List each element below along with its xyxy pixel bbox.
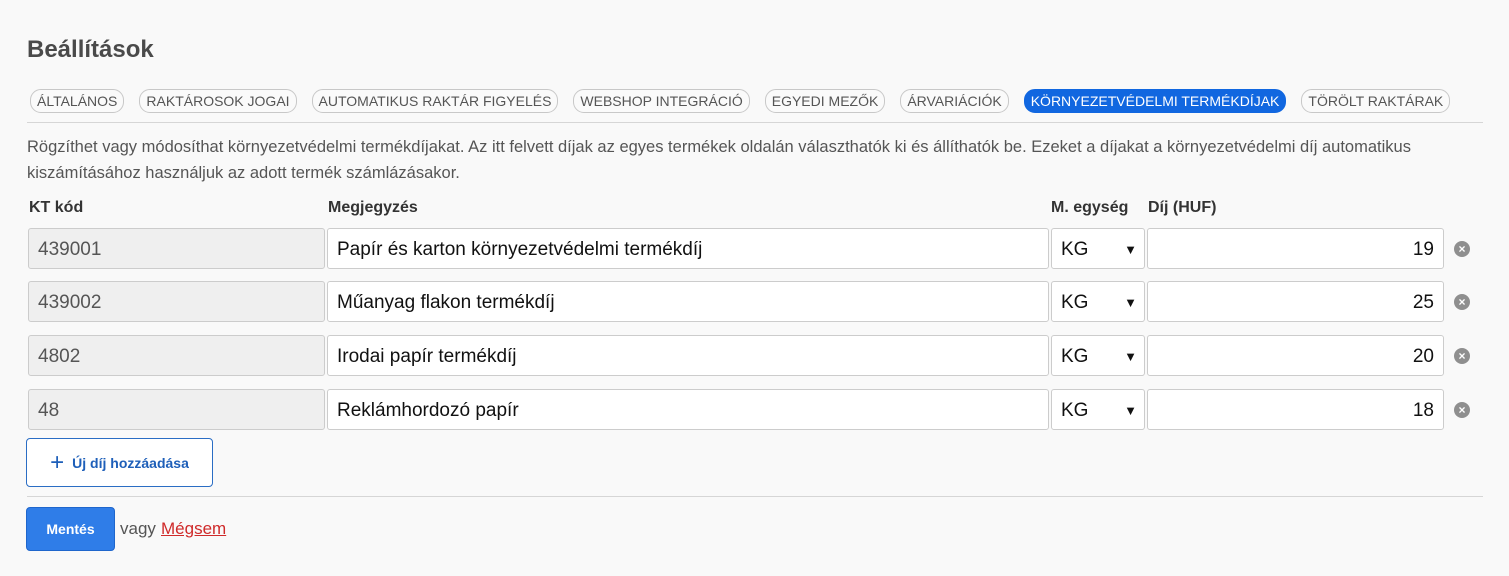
tab-kornyezetvedelmi-termekdijak[interactable]: KÖRNYEZETVÉDELMI TERMÉKDÍJAK xyxy=(1023,89,1287,113)
unit-value: KG xyxy=(1061,346,1089,367)
tab-raktarosok-jogai[interactable]: RAKTÁROSOK JOGAI xyxy=(139,89,297,113)
fee-row: 4802 Irodai papír termékdíj KG ▼ 20 × xyxy=(28,335,1478,378)
column-header-fee: Díj (HUF) xyxy=(1148,199,1217,216)
remove-circle-icon[interactable]: × xyxy=(1454,241,1470,257)
fee-field[interactable]: 18 xyxy=(1147,389,1444,430)
tab-torolt-raktarak[interactable]: TÖRÖLT RAKTÁRAK xyxy=(1301,89,1451,113)
column-header-unit: M. egység xyxy=(1051,199,1129,216)
tab-automatikus-raktar-figyeles[interactable]: AUTOMATIKUS RAKTÁR FIGYELÉS xyxy=(311,89,559,113)
unit-value: KG xyxy=(1061,239,1089,260)
note-field[interactable]: Irodai papír termékdíj xyxy=(327,335,1049,376)
tab-altalanos[interactable]: ÁLTALÁNOS xyxy=(30,89,125,113)
unit-select[interactable]: KG ▼ xyxy=(1051,228,1145,269)
remove-circle-icon[interactable]: × xyxy=(1454,294,1470,310)
column-header-code: KT kód xyxy=(29,199,84,216)
save-button[interactable]: Mentés xyxy=(26,507,115,551)
description-text: Rögzíthet vagy módosíthat környezetvédel… xyxy=(27,138,1411,182)
fee-row: 48 Reklámhordozó papír KG ▼ 18 × xyxy=(28,389,1478,432)
chevron-down-icon: ▼ xyxy=(1124,295,1137,310)
code-field: 4802 xyxy=(28,335,325,376)
add-fee-button[interactable]: + Új díj hozzáadása xyxy=(26,438,213,487)
tabs-divider xyxy=(27,122,1483,123)
add-fee-label: Új díj hozzáadása xyxy=(72,454,189,471)
note-field[interactable]: Papír és karton környezetvédelmi termékd… xyxy=(327,228,1049,269)
unit-select[interactable]: KG ▼ xyxy=(1051,281,1145,322)
tab-arvariaciok[interactable]: ÁRVARIÁCIÓK xyxy=(900,89,1009,113)
chevron-down-icon: ▼ xyxy=(1124,349,1137,364)
fee-row: 439002 Műanyag flakon termékdíj KG ▼ 25 … xyxy=(28,281,1478,324)
footer-divider xyxy=(27,496,1483,497)
unit-value: KG xyxy=(1061,400,1089,421)
cancel-link[interactable]: Mégsem xyxy=(161,519,226,539)
note-field[interactable]: Reklámhordozó papír xyxy=(327,389,1049,430)
fee-row: 439001 Papír és karton környezetvédelmi … xyxy=(28,228,1478,271)
fee-field[interactable]: 20 xyxy=(1147,335,1444,376)
remove-circle-icon[interactable]: × xyxy=(1454,402,1470,418)
unit-value: KG xyxy=(1061,292,1089,313)
column-header-note: Megjegyzés xyxy=(328,199,418,216)
code-field: 48 xyxy=(28,389,325,430)
chevron-down-icon: ▼ xyxy=(1124,403,1137,418)
unit-select[interactable]: KG ▼ xyxy=(1051,335,1145,376)
fee-field[interactable]: 19 xyxy=(1147,228,1444,269)
settings-tabs: ÁLTALÁNOS RAKTÁROSOK JOGAI AUTOMATIKUS R… xyxy=(30,89,1465,113)
tab-egyedi-mezok[interactable]: EGYEDI MEZŐK xyxy=(764,89,886,113)
note-field[interactable]: Műanyag flakon termékdíj xyxy=(327,281,1049,322)
fee-field[interactable]: 25 xyxy=(1147,281,1444,322)
tab-webshop-integracio[interactable]: WEBSHOP INTEGRÁCIÓ xyxy=(573,89,750,113)
unit-select[interactable]: KG ▼ xyxy=(1051,389,1145,430)
page-title: Beállítások xyxy=(27,36,154,63)
code-field: 439001 xyxy=(28,228,325,269)
plus-icon: + xyxy=(50,448,65,476)
code-field: 439002 xyxy=(28,281,325,322)
or-text: vagy xyxy=(120,519,156,538)
chevron-down-icon: ▼ xyxy=(1124,242,1137,257)
remove-circle-icon[interactable]: × xyxy=(1454,348,1470,364)
